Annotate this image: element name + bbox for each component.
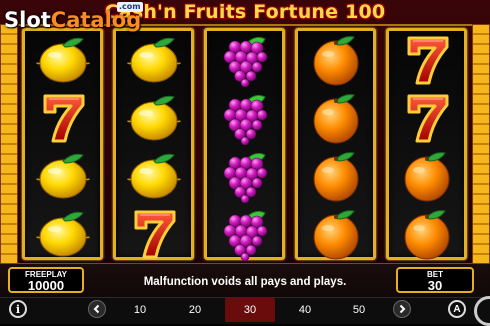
freeplay-value: 10000 xyxy=(27,278,65,293)
slotcatalog-logo: SlotCatalog .com xyxy=(4,2,143,35)
bet-prev-button[interactable] xyxy=(88,300,106,318)
reel-1 xyxy=(22,28,103,260)
orange-icon xyxy=(306,33,366,87)
lemon-icon xyxy=(33,33,93,87)
chevron-right-icon xyxy=(399,304,406,314)
orange-icon xyxy=(306,207,366,261)
lemon-icon xyxy=(124,91,184,145)
lemon-icon xyxy=(124,33,184,87)
seven-icon xyxy=(397,91,457,145)
bet-value: 30 xyxy=(427,278,443,293)
bet-option-10[interactable]: 10 xyxy=(115,298,165,322)
bet-option-30[interactable]: 30 xyxy=(225,298,275,322)
seven-icon xyxy=(397,33,457,87)
grapes-icon xyxy=(215,149,275,203)
lemon-icon xyxy=(124,149,184,203)
right-payline-strip xyxy=(472,24,490,264)
orange-icon xyxy=(397,207,457,261)
bet-box: BET 30 xyxy=(396,267,474,293)
lemon-icon xyxy=(33,149,93,203)
reel-5 xyxy=(386,28,467,260)
bet-option-40[interactable]: 40 xyxy=(280,298,330,322)
left-payline-strip xyxy=(0,24,18,264)
chevron-left-icon xyxy=(93,304,100,314)
seven-icon xyxy=(124,207,184,261)
bet-next-button[interactable] xyxy=(393,300,411,318)
orange-icon xyxy=(397,149,457,203)
autoplay-icon: A xyxy=(453,303,461,315)
reel-4 xyxy=(295,28,376,260)
info-icon: i xyxy=(15,302,21,316)
reel-3 xyxy=(204,28,285,261)
seven-icon xyxy=(33,91,93,145)
bet-option-50[interactable]: 50 xyxy=(334,298,384,322)
info-button[interactable]: i xyxy=(9,300,27,318)
bet-option-20[interactable]: 20 xyxy=(170,298,220,322)
grapes-icon xyxy=(215,91,275,145)
freeplay-box: FREEPLAY 10000 xyxy=(8,267,84,293)
grapes-icon xyxy=(215,33,275,87)
lemon-icon xyxy=(33,207,93,261)
autoplay-button[interactable]: A xyxy=(448,300,466,318)
status-message: Malfunction voids all pays and plays. xyxy=(143,276,347,288)
grapes-icon xyxy=(215,207,275,261)
orange-icon xyxy=(306,91,366,145)
reel-2 xyxy=(113,28,194,260)
orange-icon xyxy=(306,149,366,203)
logo-slot-text: Slot xyxy=(4,8,51,32)
logo-dotcom-badge: .com xyxy=(117,2,143,12)
